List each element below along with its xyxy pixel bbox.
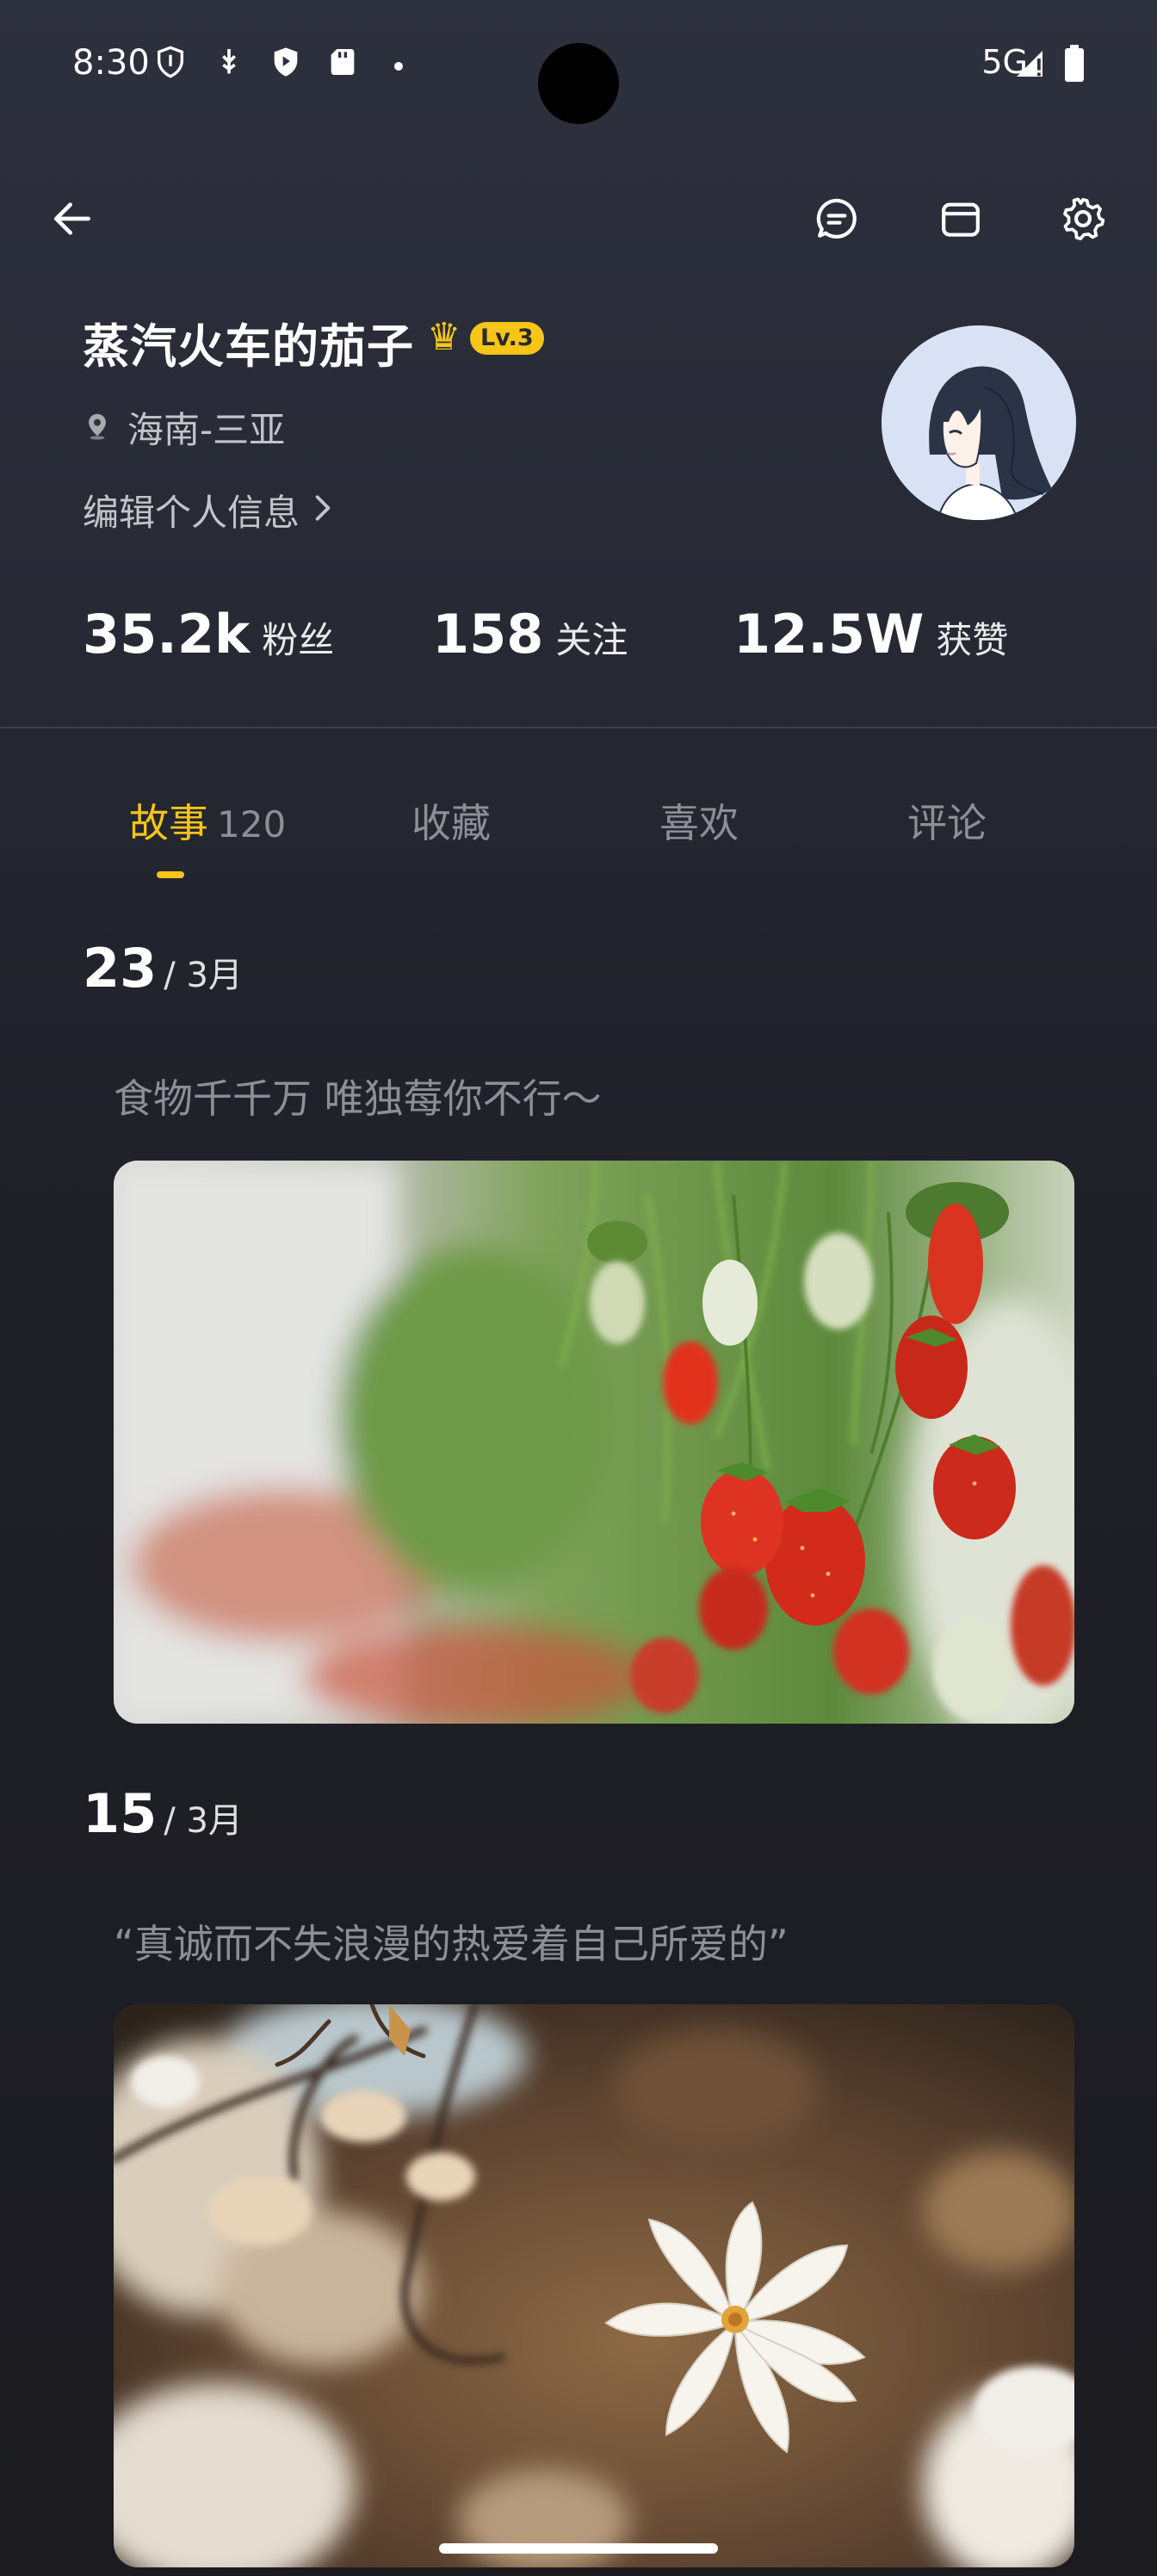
- tab-stories-count: 120: [217, 803, 287, 845]
- stat-followers[interactable]: 35.2k 粉丝: [83, 603, 334, 666]
- entry-month: / 3月: [164, 956, 243, 995]
- stat-following-value: 158: [432, 603, 544, 666]
- tab-stories[interactable]: 故事 120: [129, 792, 286, 849]
- status-time: 8:30: [72, 43, 150, 83]
- tab-likes[interactable]: 喜欢: [659, 792, 739, 849]
- shield-play-icon: [269, 45, 303, 79]
- entry-date: 23/ 3月: [83, 937, 243, 1000]
- stat-likes-label: 获赞: [936, 619, 1009, 661]
- stat-followers-label: 粉丝: [262, 619, 335, 661]
- shield-outline-icon: [153, 45, 188, 79]
- entry-date: 15/ 3月: [83, 1782, 243, 1845]
- strawberries-photo[interactable]: [114, 1161, 1074, 1724]
- tab-indicator: [157, 871, 184, 878]
- level-badge: Lv.3: [470, 322, 544, 355]
- tab-stories-label: 故事: [129, 800, 208, 846]
- entry-month: / 3月: [164, 1801, 243, 1841]
- stat-following[interactable]: 158 关注: [432, 603, 628, 666]
- entry-day: 23: [83, 937, 158, 1000]
- back-arrow-icon[interactable]: [45, 191, 100, 246]
- chevron-right-icon: [310, 489, 336, 531]
- entry-day: 15: [83, 1782, 158, 1845]
- usb-debug-icon: [212, 45, 246, 79]
- signal-icon: [1014, 48, 1045, 83]
- location-text: 海南-三亚: [127, 409, 286, 451]
- stat-followers-value: 35.2k: [83, 603, 251, 666]
- front-camera: [538, 43, 619, 124]
- profile-name: 蒸汽火车的茄子: [83, 319, 414, 374]
- edit-profile-link[interactable]: 编辑个人信息: [83, 484, 336, 536]
- battery-icon: [1064, 45, 1085, 86]
- stat-likes[interactable]: 12.5W 获赞: [733, 603, 1008, 666]
- chat-bubble-icon[interactable]: [809, 191, 864, 246]
- avatar[interactable]: [882, 325, 1076, 520]
- calendar-icon[interactable]: [933, 191, 988, 246]
- entry-text: 食物千千万 唯独莓你不行～: [114, 1075, 602, 1122]
- crown-icon: ♛: [427, 315, 461, 359]
- stat-likes-value: 12.5W: [733, 603, 925, 666]
- magnolia-flower-photo[interactable]: [114, 2004, 1074, 2567]
- stat-following-label: 关注: [555, 619, 628, 661]
- tab-comments[interactable]: 评论: [907, 792, 987, 849]
- edit-profile-label: 编辑个人信息: [83, 492, 300, 534]
- gear-icon[interactable]: [1055, 191, 1111, 246]
- tab-favorites[interactable]: 收藏: [411, 792, 491, 849]
- entry-text: “真诚而不失浪漫的热爱着自己所爱的”: [114, 1921, 789, 1967]
- notification-dot-icon: [394, 62, 403, 71]
- sd-card-icon: [325, 45, 360, 79]
- gesture-nav-bar[interactable]: [439, 2543, 718, 2554]
- location: 海南-三亚: [83, 401, 285, 454]
- divider: [0, 727, 1157, 728]
- location-pin-icon: [83, 412, 112, 444]
